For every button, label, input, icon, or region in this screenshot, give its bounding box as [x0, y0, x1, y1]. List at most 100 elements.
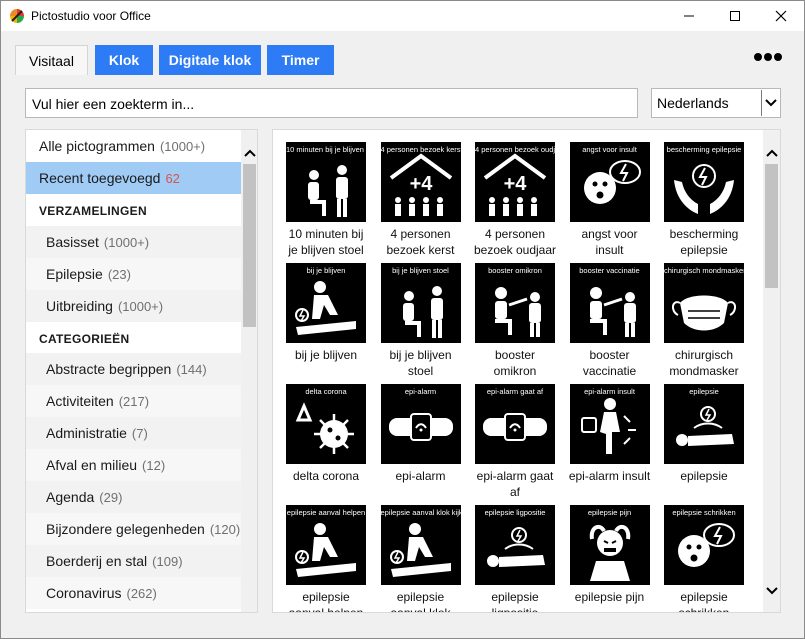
list-item-recent[interactable]: Recent toegevoegd 62	[26, 162, 242, 194]
language-select[interactable]: Nederlands	[651, 88, 781, 118]
search-input[interactable]: Vul hier een zoekterm in...	[25, 88, 638, 118]
list-item-category[interactable]: Abstracte begrippen (144)	[26, 353, 242, 385]
tab-label: Digitale klok	[168, 52, 252, 68]
list-item-category[interactable]: Bijzondere gelegenheden (120)	[26, 513, 242, 545]
window-title: Pictostudio voor Office	[31, 9, 151, 23]
maximize-button[interactable]	[712, 1, 758, 31]
pictogram-image[interactable]: angst voor insult	[569, 142, 650, 222]
pictogram-tile[interactable]: epi-alarm epi-alarm	[377, 384, 465, 502]
pictogram-tile[interactable]: epi-alarm insult epi-alarm insult	[566, 384, 654, 502]
pictogram-tile[interactable]: epilepsie aanval klok kijken epilepsie a…	[377, 505, 465, 612]
collections-heading: VERZAMELINGEN	[39, 204, 147, 218]
pictogram-label-line: epilepsie	[396, 590, 445, 604]
grid-scrollbar[interactable]	[763, 130, 780, 612]
pictogram-image[interactable]: epi-alarm gaat af	[475, 384, 555, 464]
pictogram-label-line: bezoek oudjaar	[473, 243, 557, 257]
list-item-count: (1000+)	[103, 234, 150, 250]
list-item-uitbreiding[interactable]: Uitbreiding (1000+)	[26, 290, 242, 322]
pictogram-caption: epilepsie pijn	[587, 508, 632, 517]
pictogram-tile[interactable]: delta corona delta corona	[282, 384, 370, 502]
list-item-epilepsie[interactable]: Epilepsie (23)	[26, 258, 242, 290]
pictogram-tile[interactable]: +4 4 personen bezoek kerst 4 personen be…	[377, 142, 465, 260]
scroll-up-icon[interactable]	[763, 144, 780, 161]
pictogram-label-line: schrikken	[678, 606, 730, 613]
list-item-count: (12)	[142, 457, 166, 473]
pictogram-tile[interactable]: chirurgisch mondmasker chirurgisch mondm…	[660, 263, 748, 381]
pictogram-label: 10 minuten bij je blijven stoel	[276, 226, 376, 258]
pictogram-tile[interactable]: +4 4 personen bezoek oudjaar 4 personen …	[471, 142, 559, 260]
sidebar-scrollbar[interactable]	[241, 130, 257, 612]
pictogram-image[interactable]: epilepsie	[664, 384, 744, 464]
tab-klok[interactable]: Klok	[95, 45, 153, 75]
pictogram-tile[interactable]: epilepsie pijn epilepsie pijn	[566, 505, 654, 612]
list-item-count: (1000+)	[159, 138, 206, 154]
pictogram-tile[interactable]: 10 minuten bij je blijven stoel 10 minut…	[282, 142, 370, 260]
scrollbar-thumb[interactable]	[765, 164, 778, 288]
tab-timer[interactable]: Timer	[267, 45, 334, 75]
pictogram-image[interactable]: epi-alarm insult	[569, 384, 650, 464]
pictogram-tile[interactable]: booster omikron booster omikron	[471, 263, 559, 381]
categories-heading: CATEGORIEËN	[39, 332, 130, 346]
pictogram-image[interactable]: booster vaccinatie	[569, 263, 650, 343]
face-mask-icon	[672, 295, 736, 331]
pictogram-image[interactable]: booster omikron	[475, 263, 555, 343]
pictogram-image[interactable]: chirurgisch mondmasker	[664, 263, 744, 343]
pictogram-label-line: epilepsie	[680, 469, 728, 483]
pictogram-image[interactable]: epilepsie schrikken	[664, 505, 744, 585]
list-item-category[interactable]: Activiteiten (217)	[26, 385, 242, 417]
pictogram-label-line: je blijven stoel	[288, 243, 364, 257]
pictogram-image[interactable]: delta corona	[286, 384, 366, 464]
list-item-all-pictograms[interactable]: Alle pictogrammen (1000+)	[26, 130, 242, 162]
list-item-label: Basisset	[46, 234, 99, 250]
pictogram-tile[interactable]: epilepsie ligpositie epilepsie ligpositi…	[471, 505, 559, 612]
pictogram-image[interactable]: bescherming epilepsie	[664, 142, 744, 222]
scroll-down-icon[interactable]	[763, 582, 780, 599]
list-item-count: (120)	[209, 521, 241, 537]
pictogram-image[interactable]: 10 minuten bij je blijven stoel	[286, 142, 366, 222]
protecting-hands-icon	[674, 164, 734, 214]
pictogram-tile[interactable]: bescherming epilepsie bescherming epilep…	[660, 142, 748, 260]
pictogram-image[interactable]: epilepsie aanval klok kijken	[380, 505, 461, 585]
minimize-button[interactable]	[666, 1, 712, 31]
vaccination-icon	[495, 287, 541, 337]
pictogram-image[interactable]: bij je blijven stoel	[380, 263, 461, 343]
scroll-up-icon[interactable]	[241, 144, 257, 161]
tab-label: Timer	[281, 52, 320, 68]
pictogram-label: epi-alarm gaat af	[465, 468, 565, 500]
scrollbar-thumb[interactable]	[243, 164, 256, 327]
close-button[interactable]	[758, 1, 804, 31]
pictogram-image[interactable]: +4 4 personen bezoek oudjaar	[475, 142, 555, 222]
pictogram-label-line: aanval klok	[390, 606, 451, 613]
chevron-down-icon[interactable]	[761, 90, 779, 116]
pictogram-tile[interactable]: epi-alarm gaat af epi-alarm gaat af	[471, 384, 559, 502]
pictogram-image[interactable]: bij je blijven	[286, 263, 366, 343]
list-item-category[interactable]: Agenda (29)	[26, 481, 242, 513]
pictogram-label-line: insult	[595, 243, 624, 257]
more-options-button[interactable]	[753, 49, 783, 65]
list-item-category[interactable]: Afval en milieu (12)	[26, 449, 242, 481]
pictogram-image[interactable]: epi-alarm	[380, 384, 461, 464]
list-item-label: Bijzondere gelegenheden	[46, 521, 205, 537]
tab-digitale-klok[interactable]: Digitale klok	[159, 45, 261, 75]
close-icon	[775, 10, 787, 22]
pictogram-tile[interactable]: bij je blijven stoel bij je blijven stoe…	[377, 263, 465, 381]
pictogram-tile[interactable]: angst voor insult angst voor insult	[566, 142, 654, 260]
pictogram-image[interactable]: epilepsie aanval helpen	[286, 505, 366, 585]
pictogram-image[interactable]: epilepsie pijn	[569, 505, 650, 585]
tab-visitaal[interactable]: Visitaal	[15, 45, 88, 75]
pictogram-tile[interactable]: epilepsie aanval helpen epilepsie aanval…	[282, 505, 370, 612]
list-item-category[interactable]: Boerderij en stal (109)	[26, 545, 242, 577]
list-item-category[interactable]: Administratie (7)	[26, 417, 242, 449]
pictogram-image[interactable]: +4 4 personen bezoek kerst	[380, 142, 461, 222]
pictogram-label: 4 personen bezoek oudjaar	[465, 226, 565, 258]
pictogram-tile[interactable]: bij je blijven bij je blijven	[282, 263, 370, 381]
pictogram-image[interactable]: epilepsie ligpositie	[475, 505, 555, 585]
list-item-category[interactable]: Coronavirus (262)	[26, 577, 242, 609]
pictogram-tile[interactable]: booster vaccinatie booster vaccinatie	[566, 263, 654, 381]
pictogram-tile[interactable]: epilepsie schrikken epilepsie schrikken	[660, 505, 748, 612]
list-item-count: (109)	[152, 553, 183, 569]
pictogram-label-line: booster	[589, 348, 630, 362]
list-item-basisset[interactable]: Basisset (1000+)	[26, 226, 242, 258]
pictogram-tile[interactable]: epilepsie epilepsie	[660, 384, 748, 502]
pictogram-label-line: bescherming	[669, 227, 739, 241]
